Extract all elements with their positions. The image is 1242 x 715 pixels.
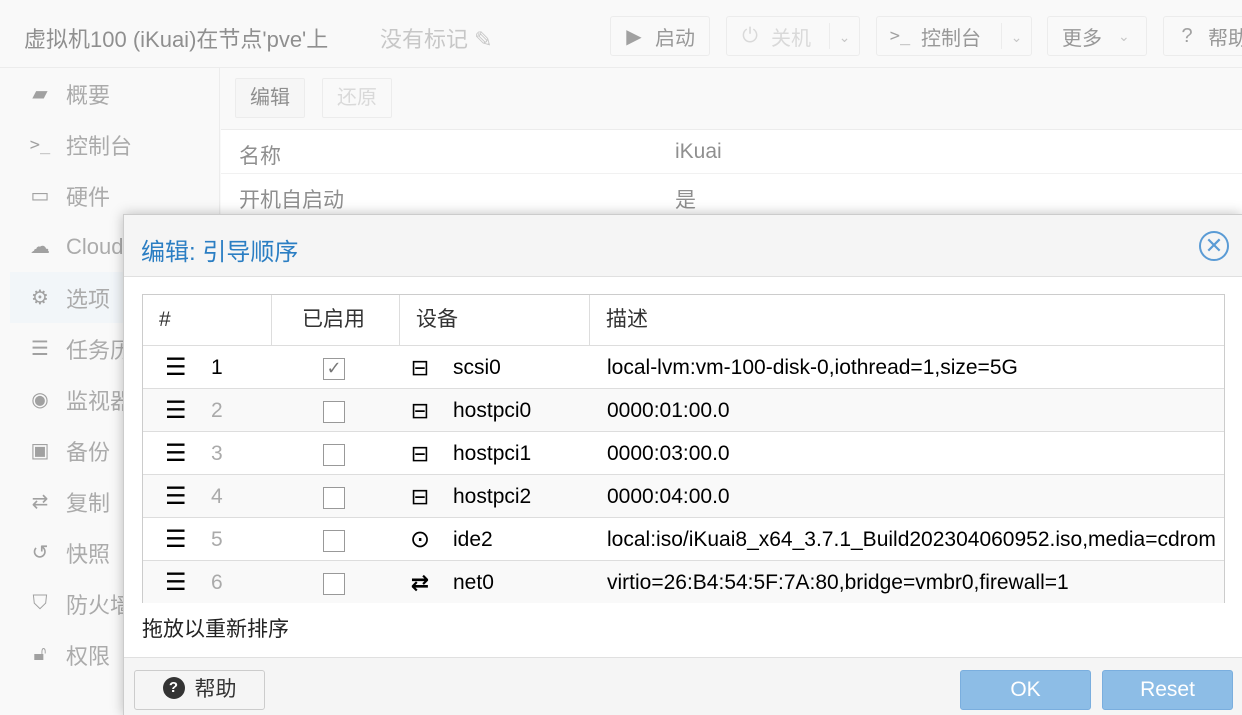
device-name: hostpci1	[453, 442, 532, 465]
dialog-header: 编辑: 引导顺序 ✕	[124, 215, 1242, 277]
device-name: hostpci2	[453, 485, 532, 508]
enabled-checkbox[interactable]	[323, 530, 345, 552]
row-number: 6	[211, 571, 223, 594]
row-number: 3	[211, 442, 223, 465]
column-header-description[interactable]: 描述	[589, 295, 1225, 345]
ok-button[interactable]: OK	[960, 670, 1091, 710]
enabled-checkbox[interactable]: ✓	[323, 358, 345, 380]
device-description: local-lvm:vm-100-disk-0,iothread=1,size=…	[607, 356, 1018, 379]
row-number: 2	[211, 399, 223, 422]
device-description: 0000:04:00.0	[607, 485, 730, 508]
check-icon: ✓	[326, 358, 342, 378]
drag-handle-icon[interactable]: ☰	[165, 475, 187, 518]
table-row[interactable]: ☰ 1 ✓ ⊟ scsi0 local-lvm:vm-100-disk-0,io…	[143, 345, 1224, 388]
column-header-device[interactable]: 设备	[399, 295, 589, 345]
grid-header: # 已启用 设备 描述	[143, 295, 1224, 345]
row-number: 1	[211, 356, 223, 379]
enabled-checkbox[interactable]	[323, 487, 345, 509]
row-number: 5	[211, 528, 223, 551]
reset-button[interactable]: Reset	[1102, 670, 1233, 710]
drag-handle-icon[interactable]: ☰	[165, 518, 187, 561]
device-name: net0	[453, 571, 494, 594]
column-header-num[interactable]: #	[143, 295, 271, 345]
table-row[interactable]: ☰ 6 ⇄ net0 virtio=26:B4:54:5F:7A:80,brid…	[143, 560, 1224, 603]
drag-handle-icon[interactable]: ☰	[165, 432, 187, 475]
table-row[interactable]: ☰ 3 ⊟ hostpci1 0000:03:00.0	[143, 431, 1224, 474]
column-header-enabled[interactable]: 已启用	[271, 295, 399, 345]
boot-order-dialog: 编辑: 引导顺序 ✕ # 已启用 设备 描述 ☰ 1 ✓ ⊟ scsi0 loc…	[123, 214, 1242, 715]
device-description: local:iso/iKuai8_x64_3.7.1_Build20230406…	[607, 528, 1216, 551]
help-button[interactable]: ? 帮助	[134, 670, 265, 710]
drag-handle-icon[interactable]: ☰	[165, 389, 187, 432]
help-label: 帮助	[194, 678, 237, 701]
dialog-footer: ? 帮助 OK Reset	[124, 657, 1242, 715]
exchange-icon: ⇄	[410, 570, 430, 595]
drag-handle-icon[interactable]: ☰	[165, 561, 187, 604]
device-name: hostpci0	[453, 399, 532, 422]
boot-order-grid: # 已启用 设备 描述 ☰ 1 ✓ ⊟ scsi0 local-lvm:vm-1…	[142, 294, 1225, 603]
table-row[interactable]: ☰ 2 ⊟ hostpci0 0000:01:00.0	[143, 388, 1224, 431]
hdd-icon: ⊟	[410, 441, 430, 466]
enabled-checkbox[interactable]	[323, 444, 345, 466]
device-description: 0000:03:00.0	[607, 442, 730, 465]
table-row[interactable]: ☰ 5 ⊙ ide2 local:iso/iKuai8_x64_3.7.1_Bu…	[143, 517, 1224, 560]
table-row[interactable]: ☰ 4 ⊟ hostpci2 0000:04:00.0	[143, 474, 1224, 517]
question-circle-icon: ?	[162, 677, 185, 700]
drag-handle-icon[interactable]: ☰	[165, 346, 187, 389]
enabled-checkbox[interactable]	[323, 401, 345, 423]
reorder-hint: 拖放以重新排序	[142, 618, 289, 641]
hdd-icon: ⊟	[410, 398, 430, 423]
row-number: 4	[211, 485, 223, 508]
hdd-icon: ⊟	[410, 484, 430, 509]
device-description: 0000:01:00.0	[607, 399, 730, 422]
device-description: virtio=26:B4:54:5F:7A:80,bridge=vmbr0,fi…	[607, 571, 1069, 594]
close-icon[interactable]: ✕	[1199, 231, 1229, 261]
hdd-icon: ⊟	[410, 355, 430, 380]
device-name: scsi0	[453, 356, 501, 379]
dialog-title: 编辑: 引导顺序	[141, 239, 299, 266]
disc-icon: ⊙	[409, 526, 431, 553]
enabled-checkbox[interactable]	[323, 573, 345, 595]
device-name: ide2	[453, 528, 493, 551]
